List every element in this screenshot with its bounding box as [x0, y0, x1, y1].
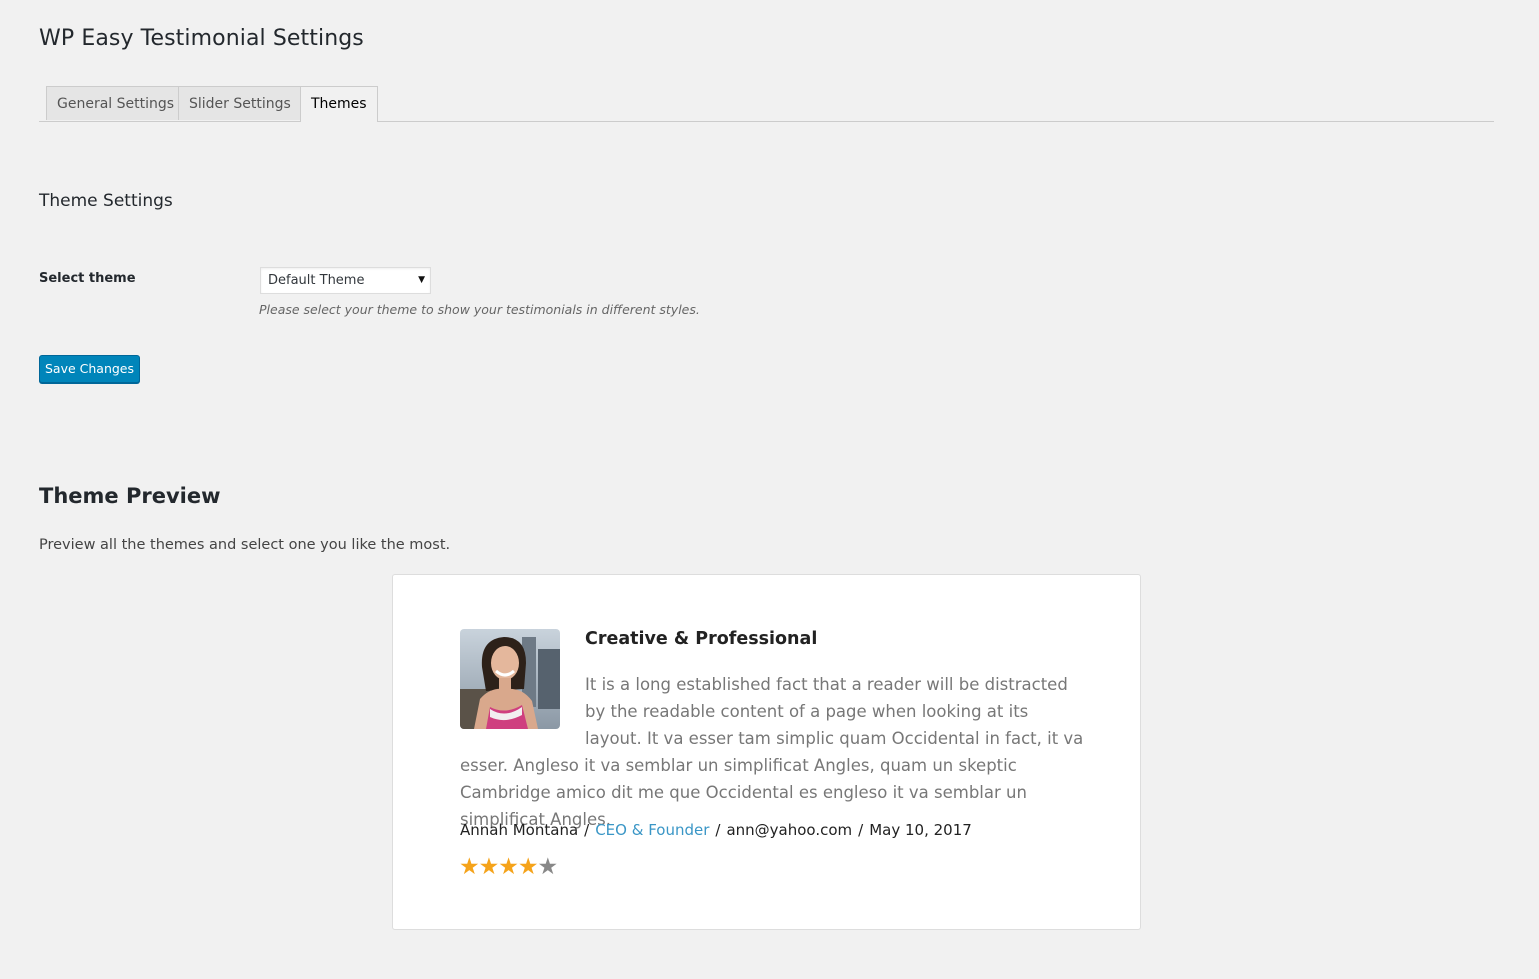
theme-preview-heading: Theme Preview: [39, 484, 221, 508]
page-title: WP Easy Testimonial Settings: [39, 26, 364, 51]
star-rating: ★★★★★: [459, 854, 559, 880]
meta-separator: /: [584, 821, 590, 839]
theme-preview-description: Preview all the themes and select one yo…: [39, 537, 451, 553]
save-changes-button[interactable]: Save Changes: [39, 355, 140, 383]
theme-select[interactable]: Default Theme ▼: [260, 267, 431, 294]
testimonial-body: It is a long established fact that a rea…: [460, 675, 1084, 829]
star-icon: ★: [498, 854, 519, 880]
star-icon: ★: [459, 854, 480, 880]
author-email: ann@yahoo.com: [726, 821, 853, 839]
author-role-link[interactable]: CEO & Founder: [595, 821, 709, 839]
tab-slider-settings[interactable]: Slider Settings: [178, 86, 302, 120]
testimonial-date: May 10, 2017: [869, 821, 972, 839]
select-theme-description: Please select your theme to show your te…: [259, 302, 700, 317]
star-icon: ★: [478, 854, 500, 880]
theme-settings-heading: Theme Settings: [39, 191, 173, 211]
tab-themes[interactable]: Themes: [300, 86, 378, 122]
dropdown-arrow-icon: ▼: [418, 275, 425, 285]
select-theme-label: Select theme: [39, 271, 136, 286]
testimonial-title: Creative & Professional: [585, 629, 818, 649]
settings-tabs: General Settings Slider Settings Themes: [39, 86, 1494, 122]
star-icon: ★: [517, 854, 539, 880]
star-icon: ★: [537, 854, 559, 880]
meta-separator: /: [715, 821, 721, 839]
meta-separator: /: [858, 821, 864, 839]
theme-select-value: Default Theme: [268, 273, 365, 288]
testimonial-preview-card: Creative & Professional It is a long est…: [392, 574, 1141, 930]
testimonial-meta: Annah Montana / CEO & Founder / ann@yahoo.co…: [460, 821, 972, 839]
tab-general-settings[interactable]: General Settings: [46, 86, 186, 120]
author-name: Annah Montana: [460, 821, 579, 839]
